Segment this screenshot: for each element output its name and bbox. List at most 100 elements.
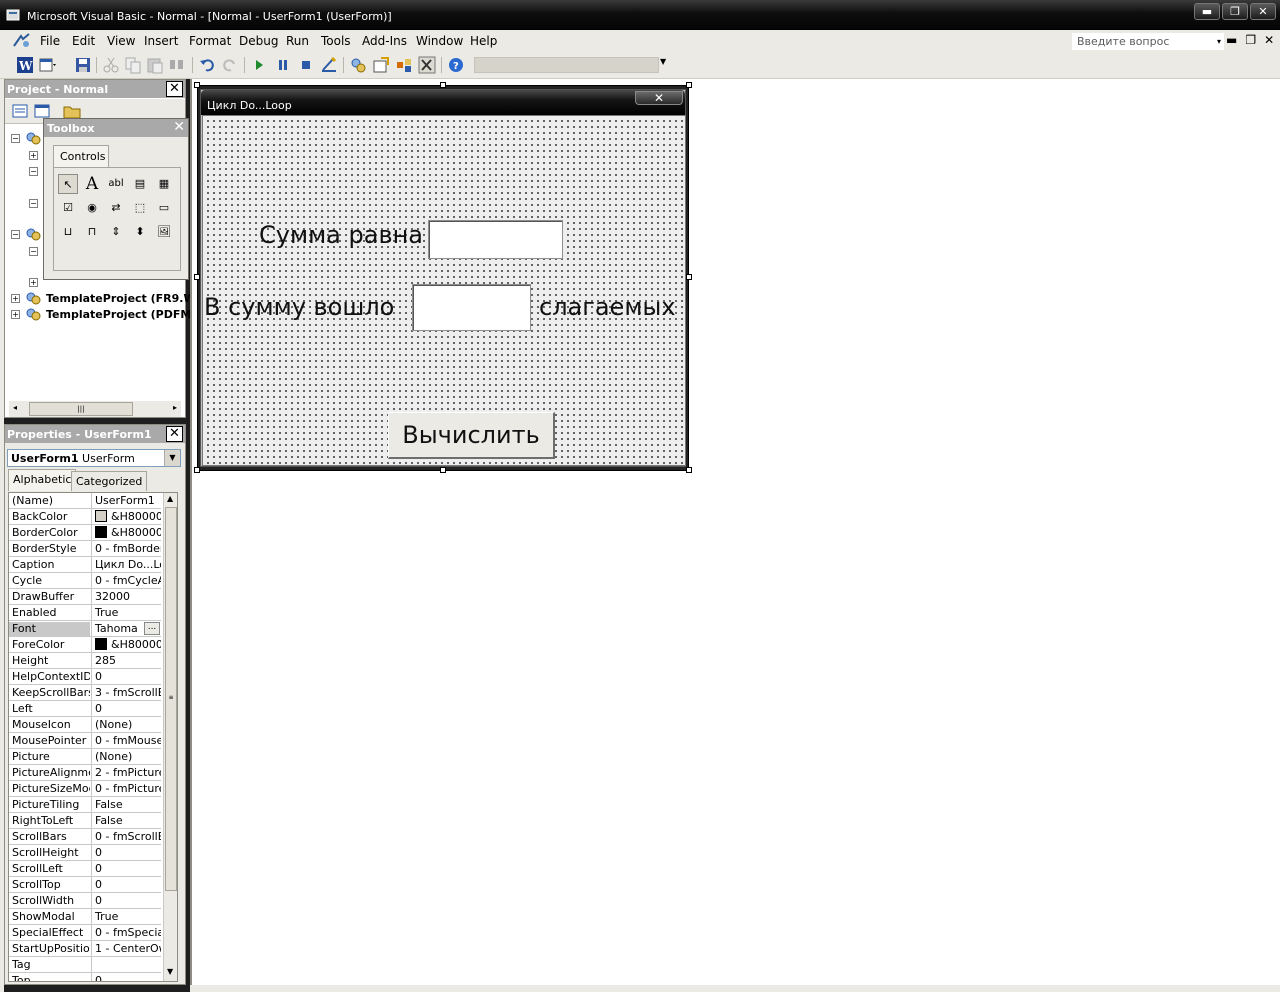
menu-window[interactable]: Window (416, 34, 463, 48)
menu-tools[interactable]: Tools (321, 34, 351, 48)
property-row[interactable]: ScrollLeft 0 (9, 861, 161, 877)
label-count[interactable]: В сумму вошло (204, 293, 394, 321)
property-value[interactable]: Цикл Do...Loop (91, 557, 161, 572)
userform-close-button[interactable]: ✕ (635, 91, 683, 105)
property-row[interactable]: (Name) UserForm1 (9, 493, 161, 509)
insert-userform-icon[interactable] (38, 56, 56, 74)
listbox-tool-icon[interactable]: ▦ (154, 174, 174, 194)
multipage-tool-icon[interactable]: ⊓ (82, 222, 102, 242)
property-value[interactable]: 0 - fmPictureSizeModeClip (91, 781, 161, 796)
close-button[interactable]: ✕ (1250, 3, 1276, 20)
word-icon[interactable]: W (16, 56, 34, 74)
find-icon[interactable] (168, 56, 186, 74)
property-value[interactable]: 0 - fmMousePointerDefault (91, 733, 161, 748)
property-row[interactable]: Caption Цикл Do...Loop (9, 557, 161, 573)
property-row[interactable]: Enabled True (9, 605, 161, 621)
scroll-left-icon[interactable]: ◂ (13, 403, 17, 412)
property-value[interactable] (91, 957, 161, 972)
property-value[interactable]: True (91, 909, 161, 924)
view-object-icon[interactable] (33, 103, 51, 119)
property-value[interactable]: 32000 (91, 589, 161, 604)
select-objects-icon[interactable]: ↖ (58, 174, 78, 194)
spinbutton-tool-icon[interactable]: ⬍ (130, 222, 150, 242)
property-row[interactable]: Cycle 0 - fmCycleAllForms (9, 573, 161, 589)
tree-item-template-project-fr9[interactable]: TemplateProject (FR9.W (46, 292, 196, 305)
help-icon[interactable]: ? (447, 56, 465, 74)
menu-format[interactable]: Format (189, 34, 231, 48)
property-row[interactable]: BorderStyle 0 - fmBorderStyleNone (9, 541, 161, 557)
object-selector-combo[interactable]: UserForm1 UserForm ▼ (7, 449, 181, 467)
menu-debug[interactable]: Debug (239, 34, 278, 48)
property-value[interactable]: 0 (91, 669, 161, 684)
menu-help[interactable]: Help (470, 34, 497, 48)
resize-handle[interactable] (440, 467, 446, 473)
project-pane-close-button[interactable]: ✕ (166, 81, 183, 97)
resize-handle[interactable] (440, 82, 446, 88)
property-value[interactable]: True (91, 605, 161, 620)
property-value[interactable]: 0 (91, 973, 161, 981)
property-value[interactable]: 0 - fmBorderStyleNone (91, 541, 161, 556)
property-row[interactable]: MouseIcon (None) (9, 717, 161, 733)
tree-expand-icon[interactable]: + (11, 294, 20, 303)
toggle-folders-icon[interactable] (63, 103, 81, 119)
properties-icon[interactable] (372, 56, 390, 74)
toolbar-empty-combo[interactable] (474, 57, 659, 73)
property-value[interactable]: Tahoma... (91, 621, 161, 636)
property-value[interactable]: 0 (91, 877, 161, 892)
textbox-count[interactable] (412, 284, 531, 331)
userform-client-area[interactable]: Сумма равна В сумму вошло слагаемых Вычи… (202, 115, 686, 466)
frame-tool-icon[interactable]: ⬚ (130, 198, 150, 218)
property-row[interactable]: DrawBuffer 32000 (9, 589, 161, 605)
menu-file[interactable]: File (40, 34, 60, 48)
project-explorer-icon[interactable] (349, 56, 367, 74)
property-row[interactable]: PictureTiling False (9, 797, 161, 813)
scroll-down-icon[interactable]: ▼ (167, 967, 173, 976)
tree-collapse-icon[interactable]: − (29, 167, 38, 176)
property-value[interactable]: 1 - CenterOwner (91, 941, 161, 956)
properties-pane-close-button[interactable]: ✕ (166, 426, 183, 442)
menu-view[interactable]: View (107, 34, 135, 48)
combobox-tool-icon[interactable]: ▤ (130, 174, 150, 194)
reset-icon[interactable] (297, 56, 315, 74)
scroll-right-icon[interactable]: ▸ (173, 403, 177, 412)
maximize-button[interactable]: ❐ (1222, 3, 1248, 20)
property-value[interactable]: 0 - fmScrollBarsNone (91, 829, 161, 844)
menu-edit[interactable]: Edit (72, 34, 95, 48)
project-horizontal-scrollbar[interactable]: ◂ ||| ▸ (9, 401, 181, 417)
design-mode-icon[interactable] (320, 56, 338, 74)
resize-handle[interactable] (194, 82, 200, 88)
property-value[interactable]: 0 (91, 701, 161, 716)
toolbox-icon[interactable] (418, 56, 436, 74)
property-value[interactable]: &H80000012& (91, 525, 161, 540)
chevron-down-icon[interactable]: ▼ (164, 450, 180, 466)
resize-handle[interactable] (686, 467, 692, 473)
property-row[interactable]: ShowModal True (9, 909, 161, 925)
property-value[interactable]: 3 - fmScrollBarsBoth (91, 685, 161, 700)
property-value[interactable]: &H8000000F& (91, 509, 161, 524)
ask-question-input[interactable]: Введите вопрос ▾ (1072, 33, 1224, 50)
label-terms[interactable]: слагаемых (539, 293, 676, 321)
property-row[interactable]: RightToLeft False (9, 813, 161, 829)
mdi-restore-button[interactable]: ❐ (1245, 33, 1256, 47)
minimize-button[interactable]: ▬ (1194, 3, 1220, 20)
property-value[interactable]: 0 - fmSpecialEffectFlat (91, 925, 161, 940)
tree-collapse-icon[interactable]: − (11, 134, 20, 143)
property-value[interactable]: False (91, 797, 161, 812)
mdi-close-button[interactable]: ✕ (1264, 33, 1274, 47)
property-row[interactable]: Left 0 (9, 701, 161, 717)
toolbox-titlebar[interactable]: Toolbox ✕ (44, 119, 188, 137)
mdi-minimize-button[interactable]: ▬ (1226, 33, 1237, 47)
property-value[interactable]: False (91, 813, 161, 828)
tree-item-template-project-pdfm[interactable]: TemplateProject (PDFM (46, 308, 191, 321)
tree-collapse-icon[interactable]: − (11, 230, 20, 239)
scrollbar-tool-icon[interactable]: ⇕ (106, 222, 126, 242)
property-row[interactable]: MousePointer 0 - fmMousePointerDefault (9, 733, 161, 749)
property-value[interactable]: (None) (91, 717, 161, 732)
property-value[interactable]: &H80000012& (91, 637, 161, 652)
run-icon[interactable] (250, 56, 268, 74)
property-row[interactable]: SpecialEffect 0 - fmSpecialEffectFlat (9, 925, 161, 941)
tabstrip-tool-icon[interactable]: ⊔ (58, 222, 78, 242)
object-browser-icon[interactable] (395, 56, 413, 74)
image-tool-icon[interactable]: 🖼 (154, 222, 174, 242)
optionbutton-tool-icon[interactable]: ◉ (82, 198, 102, 218)
